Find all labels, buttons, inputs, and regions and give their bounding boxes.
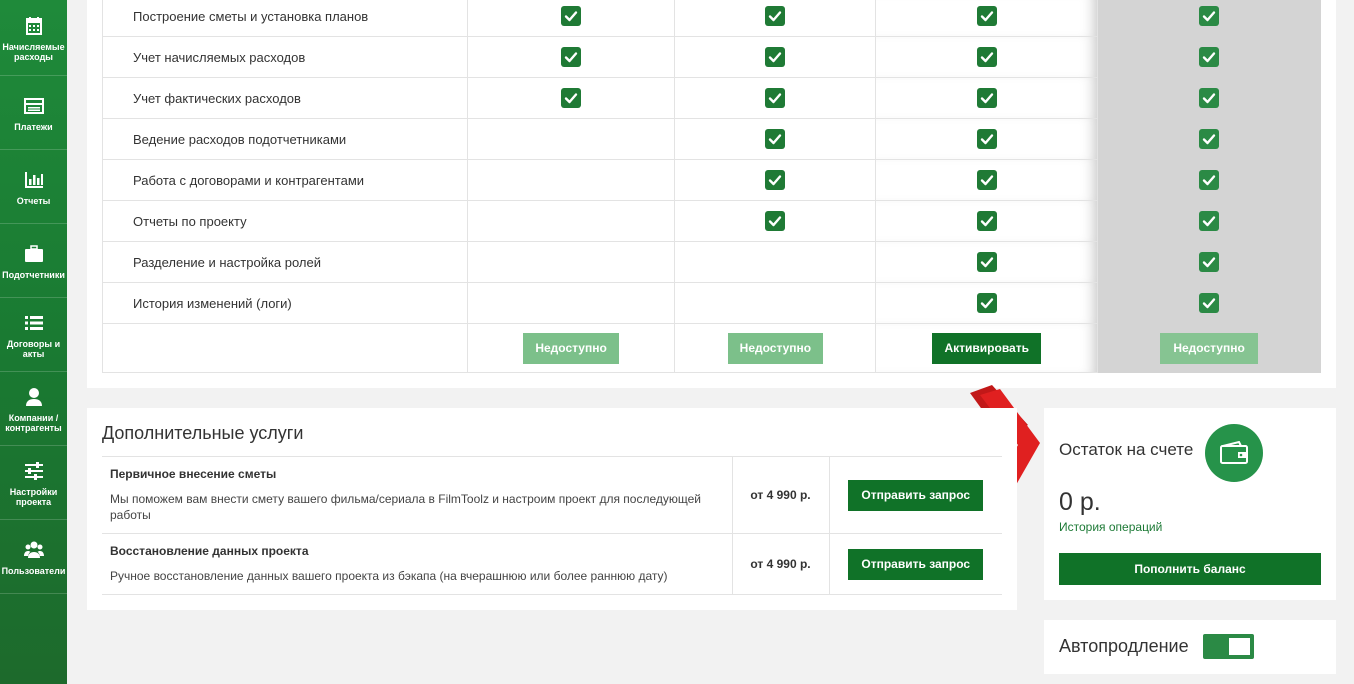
service-price: от 4 990 р. [732,456,830,534]
autorenew-label: Автопродление [1059,636,1189,656]
services-title: Дополнительные услуги [102,423,304,443]
check-icon [976,293,997,313]
sidebar-item-payments[interactable]: Платежи [0,76,67,150]
autorenew-toggle[interactable] [1203,634,1254,659]
unavailable-plan-button: Недоступно [523,332,619,364]
check-icon [976,6,997,26]
plans-table: Построение сметы и установка планов Учет … [102,0,1321,373]
check-icon [1199,170,1220,190]
sidebar-item-users[interactable]: Пользователи [0,520,67,594]
feature-row: Ведение расходов подотчетниками [102,118,1321,160]
check-icon [1199,293,1220,313]
check-icon [765,170,786,190]
feature-row: Учет фактических расходов [102,77,1321,119]
check-icon [561,47,582,67]
top-up-balance-button[interactable]: Пополнить баланс [1059,553,1321,585]
feature-name: Учет начисляемых расходов [102,36,468,78]
service-name: Восстановление данных проекта [110,543,309,558]
check-icon [1199,47,1220,67]
list-icon [24,315,43,330]
additional-services-card: Дополнительные услуги Первичное внесение… [87,408,1017,610]
wallet-icon [1220,441,1248,464]
user-icon [25,387,42,406]
sidebar-item-companies[interactable]: Компании / контрагенты [0,372,67,446]
feature-row: Разделение и настройка ролей [102,241,1321,283]
feature-name: Работа с договорами и контрагентами [102,159,468,201]
sidebar-label: Отчеты [16,195,51,206]
send-request-button[interactable]: Отправить запрос [848,548,984,580]
feature-name: Разделение и настройка ролей [102,241,468,283]
check-icon [976,47,997,67]
feature-row: История изменений (логи) [102,282,1321,324]
check-icon [1199,88,1220,108]
feature-row: Отчеты по проекту [102,200,1321,242]
sliders-icon [24,461,43,480]
check-icon [1199,129,1220,149]
sidebar-label: Пользователи [1,565,66,576]
check-icon [976,170,997,190]
sidebar-label: Договоры и акты [6,338,61,359]
sidebar-label: Компании / контрагенты [5,412,62,433]
sidebar-item-project-settings[interactable]: Настройки проекта [0,446,67,520]
check-icon [976,129,997,149]
sidebar-label: Начисляемые расходы [2,41,65,62]
check-icon [561,6,582,26]
operations-history-link[interactable]: История операций [1059,520,1162,534]
check-icon [765,211,786,231]
check-icon [976,211,997,231]
feature-name: Отчеты по проекту [102,200,468,242]
sidebar-item-contracts[interactable]: Договоры и акты [0,298,67,372]
feature-name: История изменений (логи) [102,282,468,324]
send-request-button[interactable]: Отправить запрос [848,479,984,511]
services-table: Первичное внесение сметы Мы поможем вам … [102,456,1002,595]
check-icon [765,88,786,108]
check-icon [561,88,582,108]
check-icon [1199,252,1220,272]
feature-row: Работа с договорами и контрагентами [102,159,1321,201]
check-icon [976,88,997,108]
service-row: Восстановление данных проекта Ручное вос… [102,533,1002,595]
service-name: Первичное внесение сметы [110,466,277,481]
feature-row: Учет начисляемых расходов [102,36,1321,78]
wallet-icon-badge [1205,424,1263,482]
feature-name: Учет фактических расходов [102,77,468,119]
feature-name: Построение сметы и установка планов [102,0,468,37]
briefcase-icon [24,244,43,262]
sidebar-item-accrued-expenses[interactable]: Начисляемые расходы [0,0,67,76]
plans-card: Построение сметы и установка планов Учет … [87,0,1336,388]
sidebar-label: Настройки проекта [9,486,58,507]
sidebar-item-reports[interactable]: Отчеты [0,150,67,224]
sidebar-label: Платежи [14,121,53,132]
service-description: Ручное восстановление данных вашего прое… [110,568,668,583]
card-icon [23,97,44,114]
check-icon [1199,6,1220,26]
service-description: Мы поможем вам внести смету вашего фильм… [110,491,702,522]
balance-amount: 0 р. [1059,488,1101,516]
bar-chart-icon [24,171,43,188]
sidebar-label: Подотчетники [2,269,65,280]
activate-plan-button[interactable]: Активировать [932,332,1041,364]
unavailable-plan-button: Недоступно [727,332,824,364]
check-icon [976,252,997,272]
balance-card: Остаток на счете 0 р. История операций П… [1044,408,1336,600]
service-row: Первичное внесение сметы Мы поможем вам … [102,456,1002,534]
calendar-icon [25,16,42,35]
balance-title: Остаток на счете [1059,440,1194,459]
service-price: от 4 990 р. [732,533,830,595]
check-icon [765,47,786,67]
check-icon [1199,211,1220,231]
check-icon [765,6,786,26]
toggle-knob [1229,638,1250,655]
sidebar-item-accountables[interactable]: Подотчетники [0,224,67,298]
unavailable-plan-button: Недоступно [1160,332,1258,364]
plan-buttons-row: Недоступно Недоступно Активировать Недоступ… [102,323,1321,373]
feature-name: Ведение расходов подотчетниками [102,118,468,160]
feature-row: Построение сметы и установка планов [102,0,1321,37]
check-icon [765,129,786,149]
autorenew-card: Автопродление [1044,620,1336,674]
sidebar: Начисляемые расходы Платежи Отчеты Подот… [0,0,67,684]
users-icon [23,541,44,558]
